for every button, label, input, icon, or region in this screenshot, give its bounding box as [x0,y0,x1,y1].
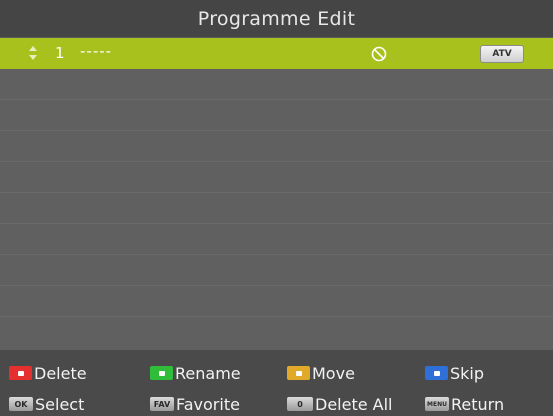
red-key-icon [9,366,32,380]
title-bar: Programme Edit [0,0,553,37]
return-label: Return [451,394,505,414]
delete-all-hint[interactable]: 0 Delete All [287,393,393,415]
key-hint-footer: Delete Rename Move Skip OK Select FAV Fa… [0,350,553,416]
programme-row[interactable]: 1 ----- ATV [0,38,553,69]
programme-number: 1 [55,44,65,62]
return-hint[interactable]: MENU Return [425,393,504,415]
empty-row [0,255,553,286]
move-hint[interactable]: Move [287,362,355,384]
empty-row [0,100,553,131]
green-key-icon [150,366,173,380]
blue-key-icon [425,366,448,380]
select-label: Select [35,394,85,414]
delete-hint[interactable]: Delete [9,362,87,384]
empty-row [0,317,553,348]
favorite-label: Favorite [176,394,240,414]
empty-row [0,69,553,100]
programme-name: ----- [80,42,113,60]
menu-key-icon: MENU [425,397,449,411]
zero-key-icon: 0 [287,397,313,411]
favorite-hint[interactable]: FAV Favorite [150,393,240,415]
skip-hint[interactable]: Skip [425,362,484,384]
programme-type-badge: ATV [480,45,524,63]
delete-all-label: Delete All [315,394,393,414]
delete-label: Delete [34,363,87,383]
ok-key-icon: OK [9,397,33,411]
page-title: Programme Edit [197,7,356,30]
skip-label: Skip [450,363,485,383]
select-hint[interactable]: OK Select [9,393,84,415]
rename-hint[interactable]: Rename [150,362,241,384]
programme-list[interactable]: 1 ----- ATV [0,38,553,350]
empty-row [0,224,553,255]
empty-row [0,162,553,193]
empty-row [0,193,553,224]
up-down-arrow-icon [29,46,37,60]
rename-label: Rename [175,363,241,383]
move-label: Move [312,363,355,383]
yellow-key-icon [287,366,310,380]
empty-row [0,131,553,162]
empty-row [0,286,553,317]
fav-key-icon: FAV [150,397,174,411]
skip-icon [371,46,387,62]
